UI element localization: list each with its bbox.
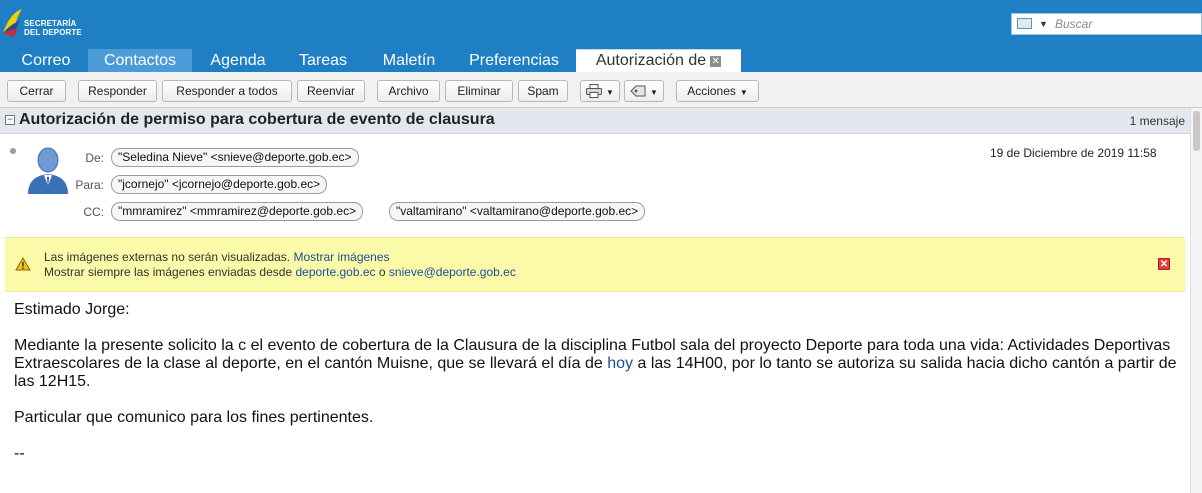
scrollbar[interactable]: [1190, 108, 1202, 493]
archive-button[interactable]: Archivo: [377, 80, 440, 102]
sender-link[interactable]: snieve@deporte.gob.ec: [389, 265, 516, 279]
close-button[interactable]: Cerrar: [7, 80, 66, 102]
secretaria-deporte-logo: SECRETARÍA DEL DEPORTE: [0, 7, 90, 41]
logo-emblem-icon: [3, 9, 22, 37]
print-button[interactable]: ▼: [580, 80, 620, 102]
search-input[interactable]: Buscar: [1055, 17, 1092, 31]
body-paragraph: Mediante la presente solicito la c el ev…: [14, 337, 1182, 391]
tab-contactos[interactable]: Contactos: [88, 49, 192, 72]
logo-line2: DEL DEPORTE: [24, 28, 82, 37]
cc-label: CC:: [83, 205, 104, 219]
message-body: Estimado Jorge: Mediante la presente sol…: [14, 301, 1182, 463]
chevron-down-icon: ▼: [650, 88, 658, 97]
scrollbar-thumb[interactable]: [1193, 111, 1200, 151]
chevron-down-icon[interactable]: ▼: [1039, 19, 1048, 29]
date-link[interactable]: hoy: [607, 355, 633, 372]
message-toolbar: Cerrar Responder Responder a todos Reenv…: [0, 72, 1202, 108]
from-label: De:: [85, 151, 104, 165]
printer-icon: [586, 84, 603, 98]
forward-button[interactable]: Reenviar: [297, 80, 365, 102]
show-images-link[interactable]: Mostrar imágenes: [293, 250, 389, 264]
signature-separator: --: [14, 445, 25, 462]
close-warning-icon[interactable]: ✕: [1158, 258, 1170, 270]
message-date: 19 de Diciembre de 2019 11:58: [990, 146, 1157, 160]
warning-icon: [15, 257, 31, 271]
reply-button[interactable]: Responder: [78, 80, 157, 102]
spam-button[interactable]: Spam: [518, 80, 568, 102]
top-bar: SECRETARÍA DEL DEPORTE ▼ Buscar Correo C…: [0, 0, 1202, 72]
actions-label: Acciones: [687, 84, 736, 98]
cc-address-chip[interactable]: "mmramirez" <mmramirez@deporte.gob.ec>: [111, 202, 364, 221]
or-text: o: [378, 265, 386, 279]
tab-correo[interactable]: Correo: [8, 49, 84, 72]
chevron-down-icon: ▼: [739, 88, 748, 97]
from-address-chip[interactable]: "Seledina Nieve" <snieve@deporte.gob.ec>: [111, 148, 359, 167]
conversation-header: − Autorización de permiso para cobertura…: [0, 108, 1190, 134]
tag-icon: [630, 85, 646, 97]
tab-agenda[interactable]: Agenda: [196, 49, 280, 72]
external-images-warning: Las imágenes externas no serán visualiza…: [5, 237, 1185, 292]
search-box[interactable]: ▼ Buscar: [1011, 13, 1202, 35]
to-address-chip[interactable]: "jcornejo" <jcornejo@deporte.gob.ec>: [111, 175, 328, 194]
tab-tareas[interactable]: Tareas: [284, 49, 362, 72]
read-status-dot-icon[interactable]: [10, 148, 16, 154]
warning-text: Las imágenes externas no serán visualiza…: [44, 250, 291, 264]
reply-all-button[interactable]: Responder a todos: [162, 80, 292, 102]
tab-preferencias[interactable]: Preferencias: [456, 49, 572, 72]
cc-address-chip[interactable]: "valtamirano" <valtamirano@deporte.gob.e…: [389, 202, 646, 221]
collapse-toggle-icon[interactable]: −: [5, 115, 15, 125]
greeting-text: Estimado Jorge:: [14, 301, 130, 318]
domain-link[interactable]: deporte.gob.ec: [295, 265, 375, 279]
always-show-text: Mostrar siempre las imágenes enviadas de…: [44, 265, 293, 279]
to-label: Para:: [75, 178, 104, 192]
actions-button[interactable]: Acciones ▼: [676, 80, 759, 102]
closing-text: Particular que comunico para los fines p…: [14, 409, 374, 426]
close-tab-icon[interactable]: ✕: [710, 56, 722, 67]
tab-maletin[interactable]: Maletín: [366, 49, 452, 72]
tab-autorizacion-label: Autorización de: [595, 52, 707, 69]
delete-button[interactable]: Eliminar: [445, 80, 513, 102]
mail-icon[interactable]: [1017, 18, 1032, 29]
message-subject: Autorización de permiso para cobertura d…: [19, 111, 495, 128]
tag-button[interactable]: ▼: [624, 80, 664, 102]
logo-line1: SECRETARÍA: [24, 19, 77, 28]
message-count: 1 mensaje: [1129, 114, 1185, 128]
tab-autorizacion[interactable]: Autorización de ✕: [576, 49, 741, 72]
chevron-down-icon: ▼: [606, 88, 614, 97]
